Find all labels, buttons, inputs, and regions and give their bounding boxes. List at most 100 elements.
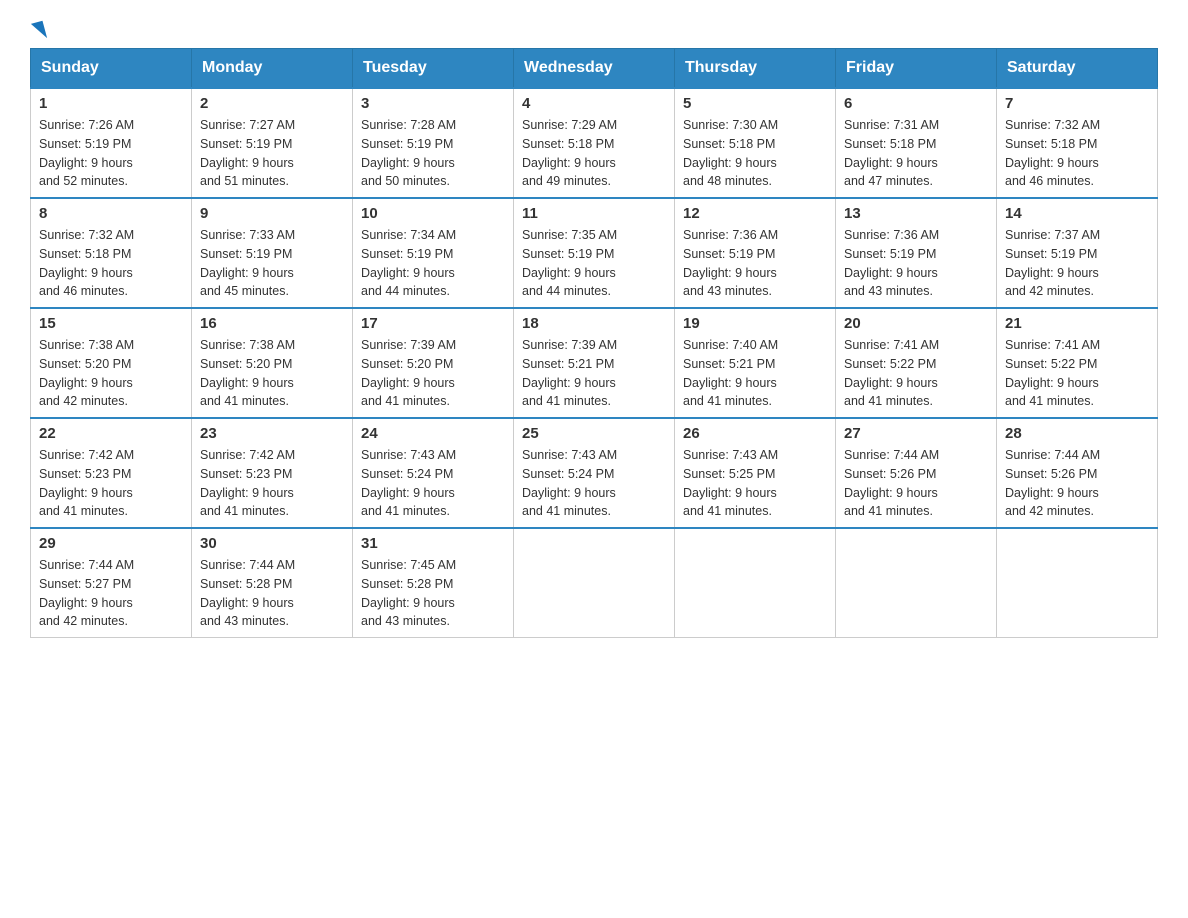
page-header xyxy=(30,20,1158,38)
day-number: 23 xyxy=(200,425,344,442)
week-row-1: 1Sunrise: 7:26 AMSunset: 5:19 PMDaylight… xyxy=(31,88,1158,198)
calendar-cell: 17 Sunrise: 7:39 AMSunset: 5:20 PMDayligh… xyxy=(353,308,514,418)
calendar-cell xyxy=(836,528,997,638)
day-header-saturday: Saturday xyxy=(997,49,1158,89)
calendar-cell: 13 Sunrise: 7:36 AMSunset: 5:19 PMDayligh… xyxy=(836,198,997,308)
days-header-row: SundayMondayTuesdayWednesdayThursdayFrid… xyxy=(31,49,1158,89)
calendar-cell: 23 Sunrise: 7:42 AMSunset: 5:23 PMDayligh… xyxy=(192,418,353,528)
day-info: Sunrise: 7:43 AMSunset: 5:24 PMDaylight:… xyxy=(361,446,505,521)
day-number: 28 xyxy=(1005,425,1149,442)
day-number: 10 xyxy=(361,205,505,222)
day-number: 26 xyxy=(683,425,827,442)
day-number: 12 xyxy=(683,205,827,222)
day-info: Sunrise: 7:27 AMSunset: 5:19 PMDaylight:… xyxy=(200,116,344,191)
day-number: 13 xyxy=(844,205,988,222)
calendar-cell: 1Sunrise: 7:26 AMSunset: 5:19 PMDaylight… xyxy=(31,88,192,198)
logo xyxy=(30,20,47,38)
day-info: Sunrise: 7:35 AMSunset: 5:19 PMDaylight:… xyxy=(522,226,666,301)
day-info: Sunrise: 7:34 AMSunset: 5:19 PMDaylight:… xyxy=(361,226,505,301)
calendar-cell xyxy=(514,528,675,638)
calendar-cell: 16 Sunrise: 7:38 AMSunset: 5:20 PMDayligh… xyxy=(192,308,353,418)
day-number: 21 xyxy=(1005,315,1149,332)
calendar-cell: 29Sunrise: 7:44 AMSunset: 5:27 PMDayligh… xyxy=(31,528,192,638)
calendar-cell: 6Sunrise: 7:31 AMSunset: 5:18 PMDaylight… xyxy=(836,88,997,198)
day-number: 2 xyxy=(200,95,344,112)
day-info: Sunrise: 7:36 AMSunset: 5:19 PMDaylight:… xyxy=(844,226,988,301)
day-number: 8 xyxy=(39,205,183,222)
day-number: 16 xyxy=(200,315,344,332)
calendar-cell: 3 Sunrise: 7:28 AMSunset: 5:19 PMDaylight… xyxy=(353,88,514,198)
day-info: Sunrise: 7:39 AMSunset: 5:20 PMDaylight:… xyxy=(361,336,505,411)
calendar-cell: 20 Sunrise: 7:41 AMSunset: 5:22 PMDayligh… xyxy=(836,308,997,418)
day-info: Sunrise: 7:36 AMSunset: 5:19 PMDaylight:… xyxy=(683,226,827,301)
day-header-sunday: Sunday xyxy=(31,49,192,89)
day-header-monday: Monday xyxy=(192,49,353,89)
calendar-cell: 5 Sunrise: 7:30 AMSunset: 5:18 PMDaylight… xyxy=(675,88,836,198)
calendar-cell: 25 Sunrise: 7:43 AMSunset: 5:24 PMDayligh… xyxy=(514,418,675,528)
day-header-thursday: Thursday xyxy=(675,49,836,89)
day-number: 19 xyxy=(683,315,827,332)
calendar-cell: 12 Sunrise: 7:36 AMSunset: 5:19 PMDayligh… xyxy=(675,198,836,308)
calendar-cell: 8 Sunrise: 7:32 AMSunset: 5:18 PMDaylight… xyxy=(31,198,192,308)
logo-arrow-icon xyxy=(31,21,47,41)
day-info: Sunrise: 7:38 AMSunset: 5:20 PMDaylight:… xyxy=(200,336,344,411)
week-row-3: 15 Sunrise: 7:38 AMSunset: 5:20 PMDayligh… xyxy=(31,308,1158,418)
day-number: 18 xyxy=(522,315,666,332)
day-number: 30 xyxy=(200,535,344,552)
day-number: 1 xyxy=(39,95,183,112)
day-number: 24 xyxy=(361,425,505,442)
day-number: 9 xyxy=(200,205,344,222)
day-header-tuesday: Tuesday xyxy=(353,49,514,89)
calendar-cell: 7Sunrise: 7:32 AMSunset: 5:18 PMDaylight… xyxy=(997,88,1158,198)
day-info: Sunrise: 7:28 AMSunset: 5:19 PMDaylight:… xyxy=(361,116,505,191)
day-number: 17 xyxy=(361,315,505,332)
calendar-cell: 30 Sunrise: 7:44 AMSunset: 5:28 PMDayligh… xyxy=(192,528,353,638)
calendar-cell: 9 Sunrise: 7:33 AMSunset: 5:19 PMDaylight… xyxy=(192,198,353,308)
calendar-cell: 2 Sunrise: 7:27 AMSunset: 5:19 PMDaylight… xyxy=(192,88,353,198)
week-row-5: 29Sunrise: 7:44 AMSunset: 5:27 PMDayligh… xyxy=(31,528,1158,638)
day-info: Sunrise: 7:39 AMSunset: 5:21 PMDaylight:… xyxy=(522,336,666,411)
calendar-cell: 24 Sunrise: 7:43 AMSunset: 5:24 PMDayligh… xyxy=(353,418,514,528)
day-info: Sunrise: 7:32 AMSunset: 5:18 PMDaylight:… xyxy=(39,226,183,301)
calendar-cell: 19 Sunrise: 7:40 AMSunset: 5:21 PMDayligh… xyxy=(675,308,836,418)
day-number: 5 xyxy=(683,95,827,112)
calendar-cell: 21 Sunrise: 7:41 AMSunset: 5:22 PMDayligh… xyxy=(997,308,1158,418)
day-info: Sunrise: 7:30 AMSunset: 5:18 PMDaylight:… xyxy=(683,116,827,191)
day-number: 3 xyxy=(361,95,505,112)
day-number: 22 xyxy=(39,425,183,442)
day-number: 27 xyxy=(844,425,988,442)
calendar-cell: 22 Sunrise: 7:42 AMSunset: 5:23 PMDayligh… xyxy=(31,418,192,528)
calendar-cell: 28 Sunrise: 7:44 AMSunset: 5:26 PMDayligh… xyxy=(997,418,1158,528)
day-info: Sunrise: 7:41 AMSunset: 5:22 PMDaylight:… xyxy=(844,336,988,411)
calendar-cell: 26 Sunrise: 7:43 AMSunset: 5:25 PMDayligh… xyxy=(675,418,836,528)
day-info: Sunrise: 7:44 AMSunset: 5:28 PMDaylight:… xyxy=(200,556,344,631)
day-info: Sunrise: 7:45 AMSunset: 5:28 PMDaylight:… xyxy=(361,556,505,631)
calendar-cell: 10 Sunrise: 7:34 AMSunset: 5:19 PMDayligh… xyxy=(353,198,514,308)
day-info: Sunrise: 7:33 AMSunset: 5:19 PMDaylight:… xyxy=(200,226,344,301)
day-info: Sunrise: 7:44 AMSunset: 5:26 PMDaylight:… xyxy=(844,446,988,521)
calendar-cell: 27 Sunrise: 7:44 AMSunset: 5:26 PMDayligh… xyxy=(836,418,997,528)
day-number: 31 xyxy=(361,535,505,552)
day-info: Sunrise: 7:41 AMSunset: 5:22 PMDaylight:… xyxy=(1005,336,1149,411)
day-info: Sunrise: 7:43 AMSunset: 5:24 PMDaylight:… xyxy=(522,446,666,521)
calendar-table: SundayMondayTuesdayWednesdayThursdayFrid… xyxy=(30,48,1158,638)
day-number: 20 xyxy=(844,315,988,332)
day-info: Sunrise: 7:43 AMSunset: 5:25 PMDaylight:… xyxy=(683,446,827,521)
day-info: Sunrise: 7:44 AMSunset: 5:26 PMDaylight:… xyxy=(1005,446,1149,521)
calendar-cell xyxy=(997,528,1158,638)
day-number: 11 xyxy=(522,205,666,222)
calendar-cell: 14Sunrise: 7:37 AMSunset: 5:19 PMDayligh… xyxy=(997,198,1158,308)
week-row-2: 8 Sunrise: 7:32 AMSunset: 5:18 PMDaylight… xyxy=(31,198,1158,308)
calendar-cell: 15Sunrise: 7:38 AMSunset: 5:20 PMDayligh… xyxy=(31,308,192,418)
day-number: 25 xyxy=(522,425,666,442)
day-number: 15 xyxy=(39,315,183,332)
day-info: Sunrise: 7:32 AMSunset: 5:18 PMDaylight:… xyxy=(1005,116,1149,191)
calendar-cell: 18 Sunrise: 7:39 AMSunset: 5:21 PMDayligh… xyxy=(514,308,675,418)
day-header-friday: Friday xyxy=(836,49,997,89)
day-info: Sunrise: 7:44 AMSunset: 5:27 PMDaylight:… xyxy=(39,556,183,631)
day-info: Sunrise: 7:42 AMSunset: 5:23 PMDaylight:… xyxy=(200,446,344,521)
day-number: 14 xyxy=(1005,205,1149,222)
calendar-cell: 31 Sunrise: 7:45 AMSunset: 5:28 PMDayligh… xyxy=(353,528,514,638)
day-info: Sunrise: 7:42 AMSunset: 5:23 PMDaylight:… xyxy=(39,446,183,521)
day-info: Sunrise: 7:40 AMSunset: 5:21 PMDaylight:… xyxy=(683,336,827,411)
